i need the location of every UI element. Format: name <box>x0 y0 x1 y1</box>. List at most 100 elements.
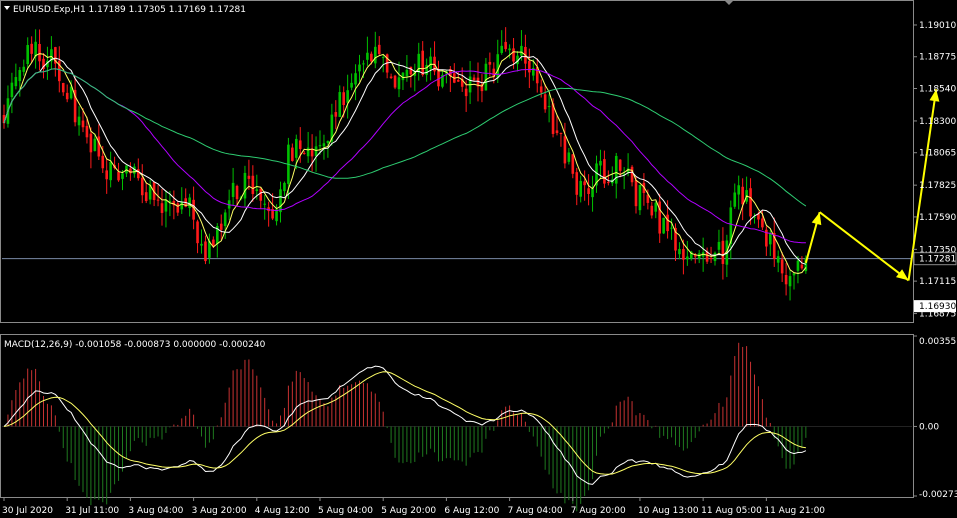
candle-body <box>38 43 41 62</box>
candle-body <box>377 44 381 55</box>
candle-body <box>144 192 148 202</box>
candle-body <box>156 199 160 201</box>
candle-body <box>599 160 602 166</box>
candle-body <box>741 186 744 205</box>
candle-body <box>30 43 33 54</box>
price-tick-label: 1.18300 <box>919 117 956 127</box>
candle-body <box>607 182 610 184</box>
price-tick-label: 1.17115 <box>919 277 956 287</box>
candle-body <box>298 140 302 149</box>
candle-body <box>800 264 804 269</box>
symbol-header: EURUSD.Exp,H1 1.17189 1.17305 1.17169 1.… <box>13 5 246 15</box>
candle-body <box>421 50 424 76</box>
candle-body <box>334 112 338 117</box>
candle-body <box>302 152 306 154</box>
candle-body <box>614 155 618 184</box>
candle-body <box>662 217 665 234</box>
candle-body <box>733 192 737 207</box>
candle-body <box>508 48 511 51</box>
candle-body <box>559 133 563 135</box>
candle-body <box>279 189 282 213</box>
candle-body <box>251 175 255 195</box>
candle-body <box>749 188 752 217</box>
candle-body <box>196 221 199 244</box>
candle-body <box>93 138 97 152</box>
chart-root: 1.19010 1.18775 1.18540 1.18300 1.18065 1.178… <box>0 0 957 518</box>
candle-body <box>370 53 373 62</box>
candle-body <box>721 240 725 264</box>
candle-body <box>796 260 800 271</box>
time-tick-label: 10 Aug 13:00 <box>638 506 699 516</box>
macd-tick-label: -0.002735 <box>919 490 957 500</box>
candle-body <box>65 92 69 100</box>
candle-body <box>85 125 89 138</box>
candle-body <box>89 133 93 153</box>
time-tick-label: 3 Aug 04:00 <box>128 506 183 516</box>
candle-body <box>397 77 401 90</box>
candle-body <box>263 203 266 205</box>
candle-body <box>109 161 112 181</box>
candle-body <box>575 172 579 195</box>
candle-body <box>358 64 361 72</box>
candle-body <box>464 88 468 97</box>
candle-body <box>259 188 263 201</box>
time-tick-label: 5 Aug 04:00 <box>318 506 373 516</box>
candle-body <box>512 48 515 62</box>
candle-body <box>243 172 247 199</box>
candle-body <box>686 256 689 260</box>
candle-body <box>121 173 124 179</box>
candle-body <box>472 77 476 81</box>
candle-body <box>346 90 349 103</box>
candle-body <box>500 45 503 53</box>
candle-body <box>26 45 29 65</box>
candle-body <box>342 92 345 106</box>
candle-body <box>520 45 523 56</box>
candle-body <box>350 82 353 88</box>
candle-body <box>389 76 393 79</box>
price-tick-label: 1.18775 <box>919 53 956 63</box>
candle-body <box>654 202 658 212</box>
candle-body <box>504 41 507 50</box>
candle-body <box>587 188 590 194</box>
candle-body <box>634 180 638 207</box>
candle-body <box>666 214 669 232</box>
candle-body <box>709 257 713 259</box>
candle-body <box>591 188 594 198</box>
candle-body <box>409 66 413 75</box>
candle-body <box>374 46 377 64</box>
candle-body <box>571 154 575 174</box>
candle-body <box>14 77 18 87</box>
candle-body <box>18 70 22 82</box>
candle-body <box>555 130 559 134</box>
candle-body <box>366 52 369 60</box>
time-tick-label: 4 Aug 12:00 <box>255 506 310 516</box>
candle-body <box>630 166 634 183</box>
candle-body <box>456 80 460 82</box>
candle-body <box>393 75 397 88</box>
candle-body <box>769 232 772 245</box>
candle-body <box>188 197 191 208</box>
candle-body <box>713 252 717 262</box>
candle-body <box>283 182 286 192</box>
candle-body <box>737 185 740 195</box>
candle-body <box>338 92 342 117</box>
candle-body <box>583 181 586 186</box>
time-tick-label: 30 Jul 2020 <box>2 506 53 516</box>
candle-body <box>314 146 318 157</box>
candle-body <box>117 171 120 181</box>
time-tick-label: 31 Jul 11:00 <box>65 506 119 516</box>
candle-body <box>563 136 567 164</box>
low-marker-label: 1.16930 <box>919 302 956 312</box>
time-tick-label: 6 Aug 12:00 <box>444 506 499 516</box>
candle-body <box>200 243 203 246</box>
price-tick-label: 1.18540 <box>919 85 956 95</box>
candle-body <box>682 248 685 260</box>
candle-body <box>310 149 314 157</box>
candle-body <box>223 212 227 227</box>
candle-body <box>405 69 409 77</box>
time-tick-label: 3 Aug 20:00 <box>192 506 247 516</box>
price-tick-label: 1.17590 <box>919 213 956 223</box>
candle-body <box>160 203 164 213</box>
candle-body <box>164 199 168 212</box>
price-tick-label: 1.17825 <box>919 181 956 191</box>
